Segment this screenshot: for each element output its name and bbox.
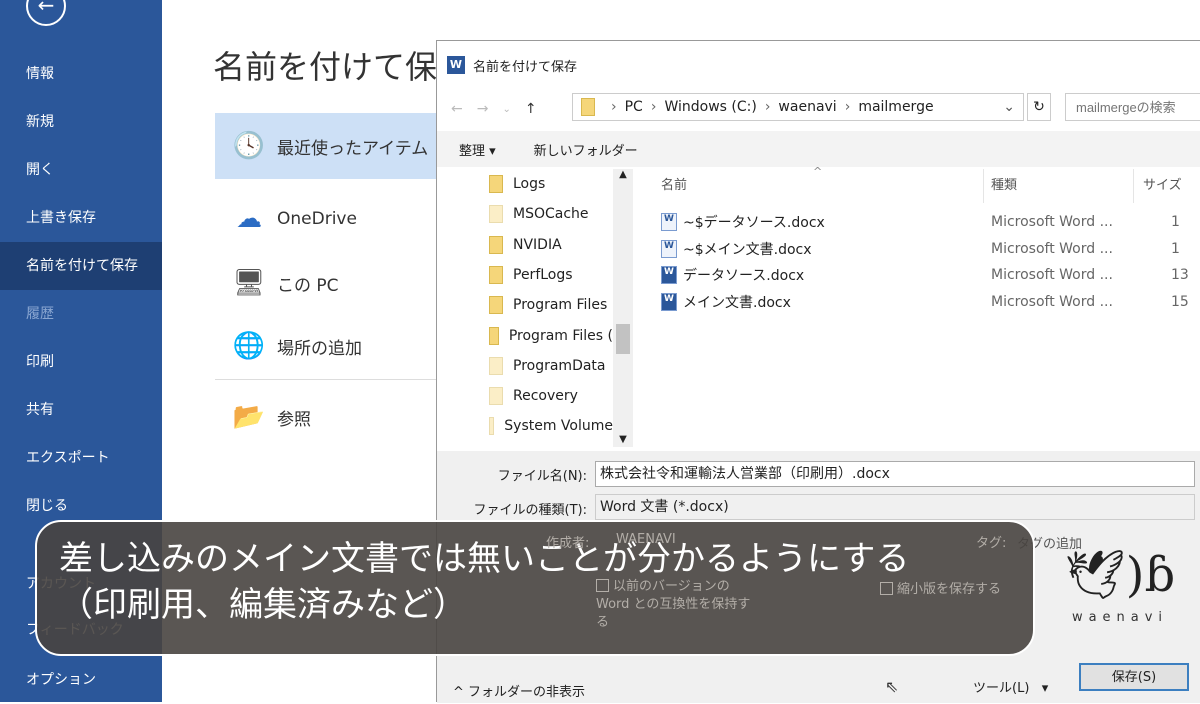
nav-item[interactable]: 共有 [0, 386, 162, 434]
filename-label: ファイル名(N): [497, 469, 587, 484]
file-row[interactable]: W ~$メイン文書.docx Microsoft Word ... 1 [661, 236, 1200, 262]
scrollbar-thumb[interactable] [616, 324, 630, 354]
refresh-button[interactable]: ↻ [1027, 93, 1051, 121]
search-input[interactable] [1065, 93, 1200, 121]
nav-item[interactable]: 上書き保存 [0, 194, 162, 242]
breadcrumb-item[interactable]: PC [625, 99, 643, 115]
folder-icon [489, 175, 503, 193]
navigation-pane: Logs MSOCache NVIDIA PerfLogs Program Files P… [437, 169, 633, 447]
dialog-title: 名前を付けて保存 [473, 59, 578, 75]
chevron-right-icon: › [844, 99, 851, 115]
chevron-right-icon: › [764, 99, 771, 115]
location-item[interactable]: 📂 参照 [215, 384, 436, 450]
clock-icon: 🕓 [232, 131, 266, 161]
tree-item[interactable]: Program Files ( [489, 321, 613, 351]
recent-dropdown-icon[interactable]: ⌄ [502, 104, 510, 115]
location-item[interactable]: 🕓 最近使ったアイテム [215, 113, 436, 179]
forward-icon[interactable]: → [477, 101, 489, 117]
tree-item[interactable]: PerfLogs [489, 260, 613, 290]
folder-icon [489, 296, 503, 315]
save-button[interactable]: 保存(S) [1079, 663, 1189, 691]
computer-icon: 🖥 [232, 268, 266, 298]
breadcrumb-item[interactable]: Windows (C:) [664, 99, 756, 115]
tree-item[interactable]: MSOCache [489, 199, 613, 229]
location-item[interactable]: 🖥 この PC [215, 250, 436, 316]
breadcrumb-item[interactable]: mailmerge [858, 99, 933, 115]
word-icon: W [447, 56, 465, 74]
nav-item[interactable]: 履歴 [0, 290, 162, 338]
word-doc-icon: W [661, 239, 677, 258]
file-row[interactable]: W メイン文書.docx Microsoft Word ... 15 [661, 289, 1200, 315]
filetype-label: ファイルの種類(T): [473, 503, 587, 518]
tree-item[interactable]: Logs [489, 169, 613, 199]
folder-open-icon: 📂 [232, 402, 266, 432]
file-row[interactable]: W ~$データソース.docx Microsoft Word ... 1 [661, 209, 1200, 235]
tree-item[interactable]: Program Files [489, 290, 613, 320]
nav-item[interactable]: オプション [0, 656, 162, 704]
tags-label: タグ: [976, 536, 1007, 551]
new-folder-button[interactable]: 新しいフォルダー [534, 140, 638, 159]
page-title: 名前を付けて保存 [213, 48, 470, 86]
column-name[interactable]: 名前 [661, 169, 687, 203]
tree-item[interactable]: Recovery [489, 381, 613, 411]
breadcrumb-item[interactable]: waenavi [778, 99, 836, 115]
column-type[interactable]: 種類 [991, 169, 1017, 203]
filename-input[interactable]: 株式会社令和運輸法人営業部（印刷用）.docx [595, 461, 1195, 487]
dialog-toolbar: 整理 ▾ 新しいフォルダー [437, 131, 1200, 167]
column-divider[interactable] [1133, 169, 1134, 203]
nav-item[interactable]: 開く [0, 146, 162, 194]
bird-logo-icon: 🕊)ɓ [1064, 547, 1176, 603]
thumbnail-checkbox[interactable]: 縮小版を保存する [880, 578, 1001, 597]
divider [215, 379, 436, 380]
word-doc-icon: W [661, 266, 677, 284]
folder-icon [581, 98, 595, 116]
nav-item[interactable]: エクスポート [0, 434, 162, 482]
chevron-right-icon: › [611, 99, 617, 115]
dialog-titlebar: W 名前を付けて保存 [437, 41, 1200, 89]
chevron-down-icon[interactable]: ⌄ [1003, 99, 1015, 115]
file-list: 名前 ^ 種類 サイズ W ~$データソース.docx Microsoft Word… [637, 165, 1200, 447]
location-item[interactable]: ☁ OneDrive [215, 186, 436, 252]
author-label: 作成者: [546, 536, 590, 551]
tools-button[interactable]: ツール(L) ▾ [973, 677, 1048, 696]
sort-up-icon: ^ [813, 165, 823, 178]
location-item[interactable]: 🌐 場所の追加 [215, 313, 436, 379]
folder-icon [489, 235, 503, 254]
author-value[interactable]: WAENAVI [616, 532, 676, 547]
filetype-select[interactable]: Word 文書 (*.docx) [595, 494, 1195, 520]
scroll-down-icon[interactable]: ▼ [613, 434, 633, 445]
column-size[interactable]: サイズ [1143, 169, 1182, 203]
tree-item[interactable]: NVIDIA [489, 230, 613, 260]
nav-item[interactable]: 新規 [0, 98, 162, 146]
file-row[interactable]: W データソース.docx Microsoft Word ... 13 [661, 262, 1200, 288]
nav-item[interactable]: 印刷 [0, 338, 162, 386]
nav-item[interactable]: 情報 [0, 50, 162, 98]
nav-scrollbar[interactable]: ▲ ▼ [613, 169, 633, 447]
compat-checkbox[interactable]: 以前のバージョンの Word との互換性を保持する [596, 578, 756, 632]
globe-add-icon: 🌐 [232, 331, 266, 361]
scroll-up-icon[interactable]: ▲ [613, 169, 633, 180]
word-doc-icon: W [661, 213, 677, 231]
nav-item[interactable]: 名前を付けて保存 [0, 242, 162, 290]
hide-folders-button[interactable]: ^ フォルダーの非表示 [453, 681, 585, 700]
folder-icon [489, 205, 503, 224]
up-icon[interactable]: ↑ [525, 101, 537, 117]
cloud-icon: ☁ [236, 204, 262, 234]
organize-button[interactable]: 整理 ▾ [459, 140, 496, 159]
tree-item[interactable]: ProgramData [489, 351, 613, 381]
waenavi-logo: 🕊)ɓ waenavi [1050, 540, 1190, 650]
folder-icon [489, 417, 495, 436]
back-icon[interactable]: ← [451, 101, 463, 117]
column-divider[interactable] [983, 169, 984, 203]
folder-icon [489, 387, 503, 406]
folder-icon [489, 356, 503, 375]
back-arrow-icon[interactable]: ← [26, 0, 66, 26]
folder-icon [489, 265, 503, 284]
address-bar[interactable]: › PC › Windows (C:) › waenavi › mailmerge ⌄ [572, 93, 1024, 121]
chevron-right-icon: › [650, 99, 657, 115]
mouse-cursor-icon: ⇖ [885, 677, 899, 696]
folder-icon [489, 326, 499, 345]
word-doc-icon: W [661, 292, 677, 311]
tree-item[interactable]: System Volume [489, 411, 613, 441]
